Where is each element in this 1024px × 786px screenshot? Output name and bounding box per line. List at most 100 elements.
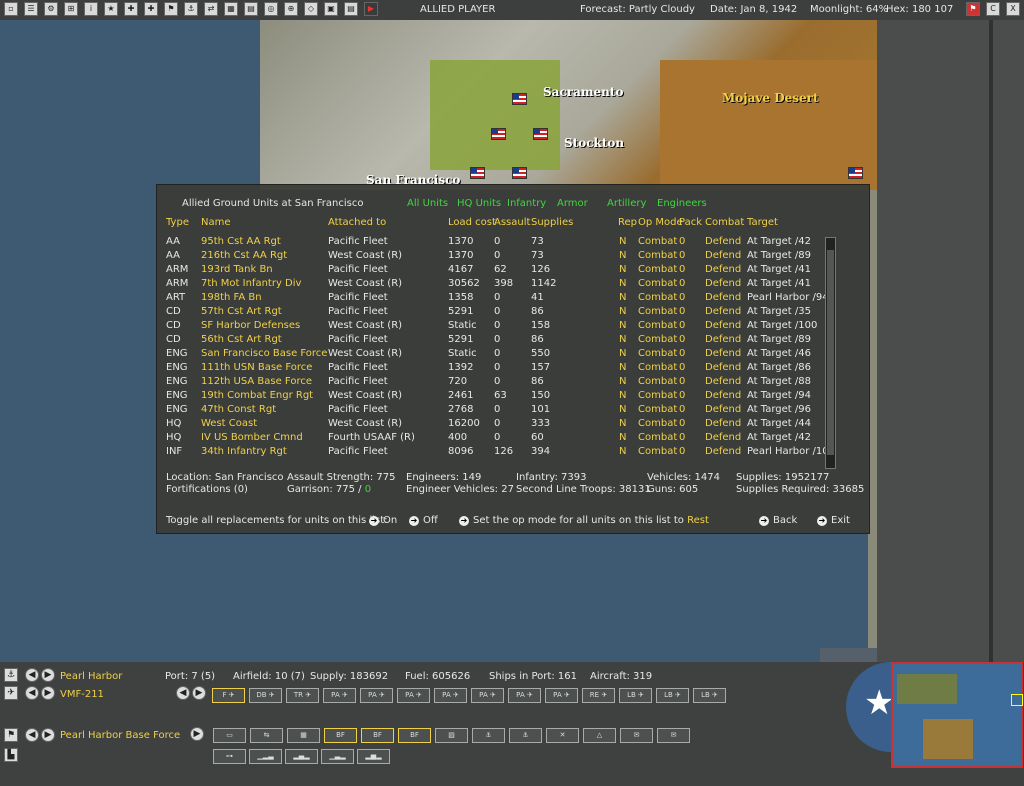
- ground-command-slot[interactable]: BF: [361, 728, 394, 743]
- filter-armor[interactable]: Armor: [557, 198, 588, 209]
- unit-target[interactable]: At Target /94: [747, 390, 811, 401]
- ground-command-slot[interactable]: △: [583, 728, 616, 743]
- unit-combat[interactable]: Defend: [705, 432, 741, 443]
- unit-combat[interactable]: Defend: [705, 348, 741, 359]
- ground-unit-name[interactable]: Pearl Harbor Base Force: [60, 730, 180, 741]
- unit-rep[interactable]: N: [619, 376, 626, 387]
- unit-row[interactable]: ENG 112th USA Base Force Pacific Fleet 720 0…: [157, 376, 822, 390]
- flag-icon[interactable]: ⚑: [4, 728, 18, 742]
- back-button[interactable]: ➔ Back: [759, 515, 797, 526]
- air-group-slot[interactable]: LB ✈: [693, 688, 726, 703]
- air-slot-prev-button[interactable]: ◀: [176, 686, 190, 700]
- flag-icon[interactable]: ⚑: [966, 2, 980, 16]
- unit-name[interactable]: San Francisco Base Force: [201, 348, 327, 359]
- unit-rep[interactable]: N: [619, 362, 626, 373]
- target-icon[interactable]: ◎: [264, 2, 278, 16]
- ship-icon[interactable]: ✚: [144, 2, 158, 16]
- air-group-slot[interactable]: RE ✈: [582, 688, 615, 703]
- unit-name[interactable]: IV US Bomber Cmnd: [201, 432, 303, 443]
- air-group-slot[interactable]: PA ✈: [508, 688, 541, 703]
- unit-row[interactable]: CD 57th Cst Art Rgt Pacific Fleet 5291 0 86 N C…: [157, 306, 822, 320]
- unit-row[interactable]: ENG 19th Combat Engr Rgt West Coast (R) 246…: [157, 390, 822, 404]
- prev-base-button[interactable]: ◀: [25, 668, 39, 682]
- unit-flag[interactable]: [470, 167, 485, 179]
- unit-combat[interactable]: Defend: [705, 278, 741, 289]
- unit-rep[interactable]: N: [619, 250, 626, 261]
- unit-rep[interactable]: N: [619, 432, 626, 443]
- unit-target[interactable]: At Target /86: [747, 362, 811, 373]
- unit-opmode[interactable]: Combat: [638, 376, 677, 387]
- prev-air-unit-button[interactable]: ◀: [25, 686, 39, 700]
- unit-target[interactable]: At Target /42: [747, 432, 811, 443]
- prev-ground-unit-button[interactable]: ◀: [25, 728, 39, 742]
- unit-opmode[interactable]: Combat: [638, 278, 677, 289]
- unit-opmode[interactable]: Combat: [638, 362, 677, 373]
- ground-command-slot[interactable]: ▨: [435, 728, 468, 743]
- unit-combat[interactable]: Defend: [705, 376, 741, 387]
- unit-opmode[interactable]: Combat: [638, 264, 677, 275]
- filter-all-units[interactable]: All Units: [407, 198, 448, 209]
- unit-rep[interactable]: N: [619, 446, 626, 457]
- op-icon[interactable]: ▣: [324, 2, 338, 16]
- unit-combat[interactable]: Defend: [705, 390, 741, 401]
- col-header-name[interactable]: Name: [201, 217, 231, 228]
- ground-slot-next-button[interactable]: ▶: [190, 727, 204, 741]
- col-header-supplies[interactable]: Supplies: [531, 217, 573, 228]
- unit-flag[interactable]: [512, 167, 527, 179]
- air-slot-next-button[interactable]: ▶: [192, 686, 206, 700]
- report-icon[interactable]: ▤: [244, 2, 258, 16]
- col-header-target[interactable]: Target: [747, 217, 778, 228]
- unit-opmode[interactable]: Combat: [638, 292, 677, 303]
- col-header-combat[interactable]: Combat: [705, 217, 744, 228]
- air-group-slot[interactable]: PA ✈: [434, 688, 467, 703]
- unit-row[interactable]: ARM 7th Mot Infantry Div West Coast (R) 305…: [157, 278, 822, 292]
- unit-name[interactable]: 47th Const Rgt: [201, 404, 276, 415]
- unit-rep[interactable]: N: [619, 306, 626, 317]
- col-header-load[interactable]: Load cost: [448, 217, 496, 228]
- next-air-unit-button[interactable]: ▶: [41, 686, 55, 700]
- unit-row[interactable]: CD SF Harbor Defenses West Coast (R) Static…: [157, 320, 822, 334]
- air-group-slot[interactable]: LB ✈: [619, 688, 652, 703]
- filter-engineers[interactable]: Engineers: [657, 198, 707, 209]
- exit-button[interactable]: ➔ Exit: [817, 515, 850, 526]
- unit-rep[interactable]: N: [619, 320, 626, 331]
- diamond-icon[interactable]: ◇: [304, 2, 318, 16]
- unit-name[interactable]: 216th Cst AA Rgt: [201, 250, 287, 261]
- unit-rep[interactable]: N: [619, 236, 626, 247]
- fortress-icon[interactable]: ▙: [4, 748, 18, 762]
- ground-command-slot[interactable]: ▭: [213, 728, 246, 743]
- air-group-slot[interactable]: PA ✈: [471, 688, 504, 703]
- unit-row[interactable]: ART 198th FA Bn Pacific Fleet 1358 0 41 N Comba…: [157, 292, 829, 306]
- map-icon[interactable]: ▦: [224, 2, 238, 16]
- unit-combat[interactable]: Defend: [705, 418, 741, 429]
- anchor-icon[interactable]: ⚓: [4, 668, 18, 682]
- air-group-slot[interactable]: LB ✈: [656, 688, 689, 703]
- unit-name[interactable]: West Coast: [201, 418, 257, 429]
- col-header-pack[interactable]: Pack: [679, 217, 702, 228]
- unit-combat[interactable]: Defend: [705, 446, 741, 457]
- unit-target[interactable]: At Target /44: [747, 418, 811, 429]
- air-group-slot[interactable]: PA ✈: [545, 688, 578, 703]
- ground-command-slot[interactable]: ✕: [546, 728, 579, 743]
- star-icon[interactable]: ★: [104, 2, 118, 16]
- air-group-slot[interactable]: F ✈: [212, 688, 245, 703]
- unit-name[interactable]: SF Harbor Defenses: [201, 320, 300, 331]
- unit-row[interactable]: ENG 47th Const Rgt Pacific Fleet 2768 0 101 N C…: [157, 404, 822, 418]
- filter-infantry[interactable]: Infantry: [507, 198, 546, 209]
- unit-rep[interactable]: N: [619, 278, 626, 289]
- info-icon[interactable]: i: [84, 2, 98, 16]
- unit-target[interactable]: At Target /96: [747, 404, 811, 415]
- unit-name[interactable]: 198th FA Bn: [201, 292, 262, 303]
- unit-row[interactable]: ENG 111th USN Base Force Pacific Fleet 1392…: [157, 362, 822, 376]
- plane-icon[interactable]: ✚: [124, 2, 138, 16]
- unit-combat[interactable]: Defend: [705, 404, 741, 415]
- unit-target[interactable]: At Target /42: [747, 236, 811, 247]
- unit-flag[interactable]: [848, 167, 863, 179]
- unit-name[interactable]: 95th Cst AA Rgt: [201, 236, 281, 247]
- ground-command-slot[interactable]: BF: [398, 728, 431, 743]
- ground-command-slot[interactable]: ▦: [287, 728, 320, 743]
- air-group-slot[interactable]: PA ✈: [397, 688, 430, 703]
- unit-target[interactable]: At Target /89: [747, 250, 811, 261]
- unit-rep[interactable]: N: [619, 348, 626, 359]
- unit-opmode[interactable]: Combat: [638, 348, 677, 359]
